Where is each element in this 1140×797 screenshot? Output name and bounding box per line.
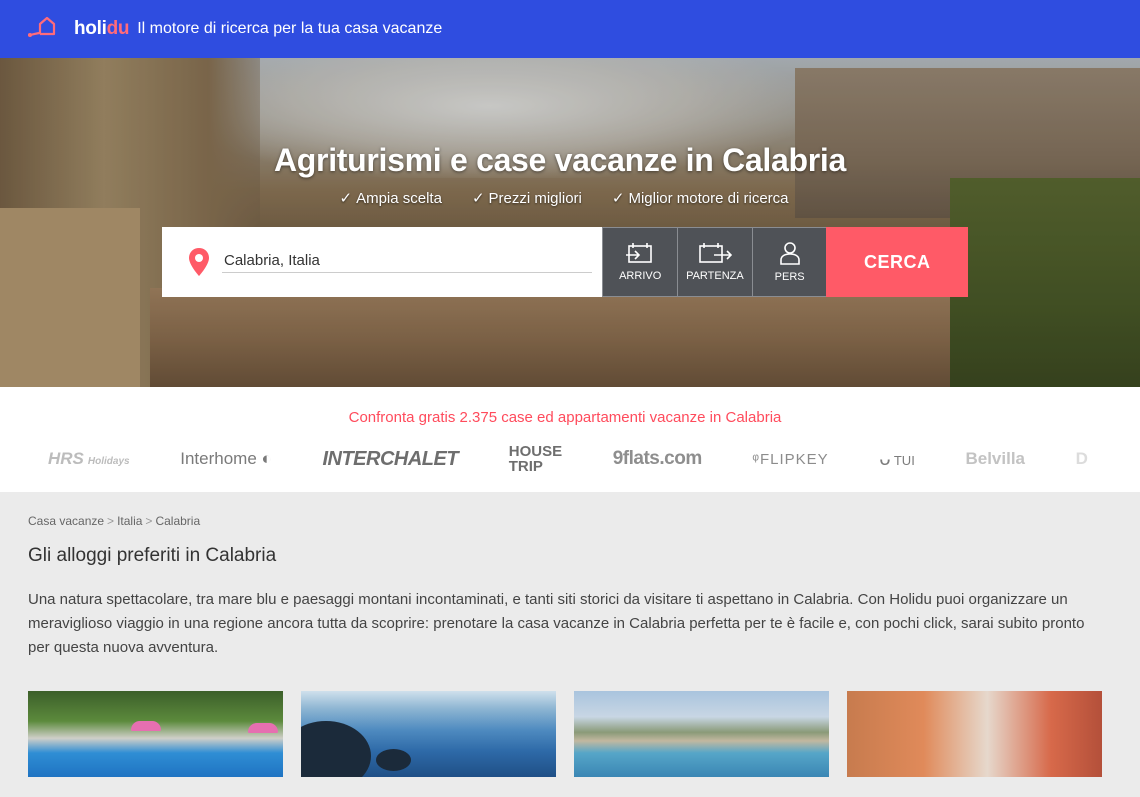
- property-cards: [28, 691, 1112, 797]
- search-bar: Calabria, Italia ARRIVO PARTENZA PERS CE…: [162, 227, 969, 297]
- benefit-item: ✓ Prezzi migliori: [472, 189, 582, 207]
- hero-title: Agriturismi e case vacanze in Calabria: [274, 142, 846, 178]
- location-value: Calabria, Italia: [224, 252, 320, 269]
- benefit-label: Prezzi migliori: [488, 190, 582, 207]
- guests-button[interactable]: PERS: [751, 227, 827, 297]
- partner-logo-flipkey: ᵠFLIPKEY: [752, 451, 828, 468]
- location-underline: [222, 272, 592, 273]
- rock-shape: [376, 749, 411, 771]
- calendar-arrow-out-icon: [699, 243, 732, 263]
- hrs-sub-text: Holidays: [87, 456, 130, 467]
- departure-label: PARTENZA: [686, 270, 744, 282]
- arrival-date-button[interactable]: ARRIVO: [602, 227, 678, 297]
- benefit-item: ✓ Miglior motore di ricerca: [612, 189, 789, 207]
- partners-strip: Confronta gratis 2.375 case ed appartame…: [0, 387, 1140, 492]
- partner-logo-partial: D: [1075, 449, 1088, 468]
- logo-text-du: du: [106, 18, 130, 39]
- partner-logo-9flats: 9flats.com: [612, 448, 702, 469]
- partner-logo-housetrip: HOUSE TRIP: [509, 444, 562, 474]
- location-input[interactable]: Calabria, Italia: [162, 227, 603, 297]
- arrival-label: ARRIVO: [619, 270, 662, 282]
- property-card-coast[interactable]: [574, 691, 829, 777]
- interhome-text: Interhome: [180, 449, 257, 468]
- partner-logos: HRS Holidays Interhome ◐ INTERCHALET HOUS…: [48, 441, 1088, 477]
- check-icon: ✓: [471, 190, 485, 207]
- hero-banner: Agriturismi e case vacanze in Calabria ✓…: [0, 58, 1140, 387]
- property-card-interior[interactable]: [847, 691, 1102, 777]
- holidu-logo[interactable]: holi du: [26, 16, 129, 42]
- umbrella-shape: [248, 723, 278, 733]
- partner-logo-hrs: HRS Holidays: [48, 449, 130, 469]
- breadcrumb: Casa vacanze > Italia > Calabria: [28, 514, 200, 528]
- guests-label: PERS: [774, 271, 805, 283]
- partner-logo-tui: ᴗ TUI: [879, 448, 914, 471]
- housetrip-line-1: HOUSE: [508, 443, 563, 460]
- flipkey-mark-icon: ᵠ: [752, 450, 760, 468]
- umbrella-shape: [131, 721, 161, 731]
- person-icon: [779, 242, 800, 265]
- interhome-mark-icon: ◐: [261, 449, 272, 468]
- breadcrumb-item-casa-vacanze[interactable]: Casa vacanze: [28, 514, 104, 528]
- housetrip-line-2: TRIP: [508, 458, 543, 475]
- property-card-sea[interactable]: [301, 691, 556, 777]
- breadcrumb-item-calabria[interactable]: Calabria: [155, 514, 200, 528]
- house-logo-icon: [27, 16, 56, 37]
- breadcrumb-item-italia[interactable]: Italia: [117, 514, 142, 528]
- map-pin-icon: [189, 248, 209, 276]
- tui-smile-icon: ᴗ: [879, 447, 891, 470]
- top-bar: holi du Il motore di ricerca per la tua c…: [0, 0, 1140, 58]
- section-description: Una natura spettacolare, tra mare blu e …: [28, 591, 1085, 656]
- partner-logo-interhome: Interhome ◐: [180, 449, 272, 469]
- flipkey-text: FLIPKEY: [759, 450, 829, 468]
- hero-overlay: [0, 58, 1140, 387]
- tagline: Il motore di ricerca per la tua casa vac…: [137, 20, 443, 37]
- search-button[interactable]: CERCA: [826, 227, 969, 297]
- hrs-text: HRS: [48, 449, 84, 468]
- calendar-arrow-in-icon: [626, 243, 652, 263]
- breadcrumb-separator: >: [145, 514, 153, 528]
- section-heading: Gli alloggi preferiti in Calabria: [28, 545, 277, 566]
- compare-text: Confronta gratis 2.375 case ed appartame…: [348, 409, 782, 426]
- logo-text-holi: holi: [74, 18, 107, 39]
- benefit-item: ✓ Ampia scelta: [339, 189, 441, 207]
- rock-shape: [301, 721, 371, 777]
- tui-text: TUI: [893, 452, 915, 468]
- benefit-label: Ampia scelta: [356, 190, 442, 207]
- check-icon: ✓: [339, 190, 353, 207]
- property-card-pool[interactable]: [28, 691, 283, 777]
- partner-logo-interchalet: INTERCHALET: [322, 447, 459, 470]
- departure-date-button[interactable]: PARTENZA: [677, 227, 752, 297]
- breadcrumb-separator: >: [107, 514, 115, 528]
- check-icon: ✓: [611, 190, 625, 207]
- hero-benefits: ✓ Ampia scelta ✓ Prezzi migliori ✓ Miglior …: [0, 189, 1128, 207]
- partner-logo-belvilla: Belvilla: [965, 449, 1026, 468]
- benefit-label: Miglior motore di ricerca: [628, 190, 789, 207]
